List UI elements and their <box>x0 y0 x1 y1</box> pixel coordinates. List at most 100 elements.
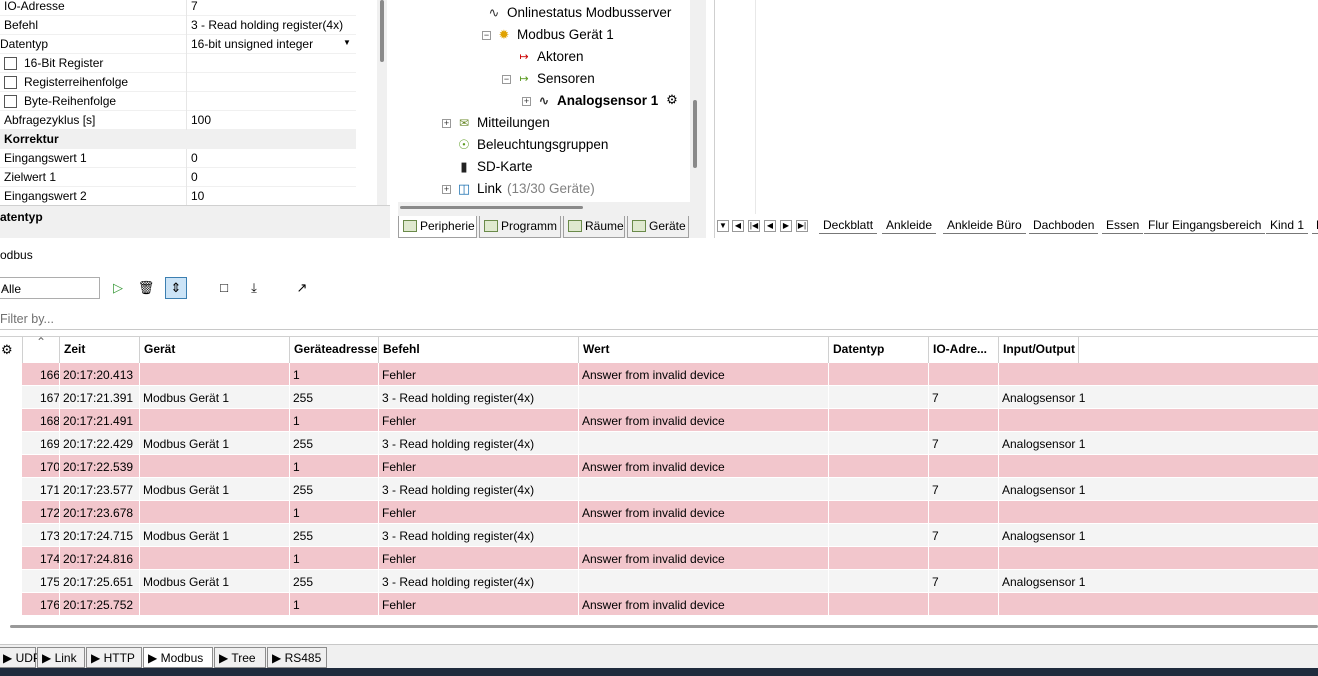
col-geraeteadresse[interactable]: Geräteadresse <box>294 342 377 356</box>
chevron-down-icon[interactable]: ▼ <box>343 38 351 47</box>
filter-input[interactable]: Filter by... <box>0 308 1318 330</box>
table-row[interactable]: 173 20:17:24.715 Modbus Gerät 1 255 3 - Read… <box>22 524 1318 547</box>
expand-icon[interactable]: + <box>442 119 451 128</box>
delete-button[interactable]: 🗑 <box>135 277 157 299</box>
prop-row-abfragezyklus[interactable]: Abfragezyklus [s] 100 <box>0 111 356 130</box>
prop-row-befehl[interactable]: Befehl 3 - Read holding register(4x) <box>0 16 356 35</box>
modbus-toolbar: Alle ⌄ ▷ 🗑 ⇕ □ ⤓ ↗ <box>0 276 1318 302</box>
prop-key: Zielwert 1 <box>4 170 57 184</box>
table-row[interactable]: 171 20:17:23.577 Modbus Gerät 1 255 3 - Read… <box>22 478 1318 501</box>
prop-row-eingangswert-1[interactable]: Eingangswert 1 0 <box>0 149 356 168</box>
play-button[interactable]: ▷ <box>107 277 129 299</box>
sheet-prev-page-icon[interactable]: |◀ <box>748 220 760 232</box>
tab-raeume[interactable]: Räume <box>563 216 625 238</box>
tree-hscrollbar[interactable] <box>398 202 690 212</box>
checkbox-16bit-register[interactable] <box>4 57 17 70</box>
cell-addr: 255 <box>293 529 314 543</box>
table-row[interactable]: 166 20:17:20.413 1 Fehler Answer from invali… <box>22 363 1318 386</box>
prop-row-eingangswert-2[interactable]: Eingangswert 2 10 <box>0 187 356 206</box>
prop-row-datentyp[interactable]: Datentyp 16-bit unsigned integer ▼ <box>0 35 356 54</box>
table-row[interactable]: 176 20:17:25.752 1 Fehler Answer from invali… <box>22 593 1318 616</box>
tab-rs485[interactable]: ▶ RS485 <box>267 647 327 668</box>
table-row[interactable]: 168 20:17:21.491 1 Fehler Answer from invali… <box>22 409 1318 432</box>
col-input-output[interactable]: Input/Output <box>1003 342 1075 356</box>
expand-icon[interactable]: + <box>522 97 531 106</box>
prop-key: Befehl <box>4 18 39 32</box>
download-button[interactable]: ⤓ <box>243 277 265 299</box>
chevron-down-icon: ⌄ <box>1 281 10 292</box>
tree-scrollbar[interactable] <box>690 0 700 202</box>
cell-inout: Analogsensor 1 <box>1002 437 1086 451</box>
play-icon: ▶ <box>272 651 282 665</box>
col-io-adresse[interactable]: IO-Adre... <box>933 342 987 356</box>
prop-value[interactable]: 7 <box>191 0 198 13</box>
sheet-tab-dachboden[interactable]: Dachboden <box>1029 218 1099 234</box>
tab-udp[interactable]: ▶ UDP <box>0 647 41 668</box>
table-row[interactable]: 169 20:17:22.429 Modbus Gerät 1 255 3 - Read… <box>22 432 1318 455</box>
col-befehl[interactable]: Befehl <box>383 342 420 356</box>
cell-addr: 1 <box>293 414 300 428</box>
tab-link[interactable]: ▶ Link <box>37 647 85 668</box>
prop-category-korrektur[interactable]: Korrektur <box>0 130 356 149</box>
prop-value[interactable]: 0 <box>191 151 198 165</box>
expand-icon[interactable]: + <box>442 185 451 194</box>
sort-up-icon[interactable]: ⌃ <box>36 335 46 349</box>
col-geraet[interactable]: Gerät <box>144 342 175 356</box>
table-row[interactable]: 175 20:17:25.651 Modbus Gerät 1 255 3 - Read… <box>22 570 1318 593</box>
prop-row-registerreihenfolge[interactable]: Registerreihenfolge <box>0 73 356 92</box>
table-hscrollbar[interactable] <box>0 624 1318 632</box>
sheet-first-icon[interactable]: ◀ <box>732 220 744 232</box>
autoscroll-toggle[interactable]: ⇕ <box>165 277 187 299</box>
sheet-tab-ankleide-buero[interactable]: Ankleide Büro <box>943 218 1026 234</box>
tab-programm[interactable]: Programm <box>479 216 561 238</box>
tab-http[interactable]: ▶ HTTP <box>86 647 142 668</box>
prop-row-16bit-register[interactable]: 16-Bit Register <box>0 54 356 73</box>
table-row[interactable]: 172 20:17:23.678 1 Fehler Answer from invali… <box>22 501 1318 524</box>
sheet-menu-icon[interactable]: ▼ <box>717 220 729 232</box>
prop-category-label: Korrektur <box>4 132 59 146</box>
prop-row-io-adresse[interactable]: IO-Adresse 7 <box>0 0 356 16</box>
collapse-icon[interactable]: − <box>482 31 491 40</box>
tab-tree[interactable]: ▶ Tree <box>214 647 266 668</box>
tab-geraete[interactable]: Geräte <box>627 216 689 238</box>
gear-icon[interactable]: ⚙ <box>1 342 13 358</box>
cell-value: Answer from invalid device <box>582 368 725 382</box>
collapse-icon[interactable]: − <box>502 75 511 84</box>
external-link-button[interactable]: ↗ <box>291 277 313 299</box>
sheet-prev-icon[interactable]: ◀ <box>764 220 776 232</box>
prop-value[interactable]: 0 <box>191 170 198 184</box>
sheet-tab-flur[interactable]: Flur Eingangsbereich <box>1144 218 1266 234</box>
checkbox-registerreihenfolge[interactable] <box>4 76 17 89</box>
prop-key: Registerreihenfolge <box>24 75 129 89</box>
sheet-last-icon[interactable]: ▶| <box>796 220 808 232</box>
tab-modbus[interactable]: ▶ Modbus <box>143 647 213 668</box>
table-row[interactable]: 174 20:17:24.816 1 Fehler Answer from invali… <box>22 547 1318 570</box>
col-datentyp[interactable]: Datentyp <box>833 342 884 356</box>
cell-inout: Analogsensor 1 <box>1002 483 1086 497</box>
sheet-tab-deckblatt[interactable]: Deckblatt <box>819 218 878 234</box>
checkbox-byte-reihenfolge[interactable] <box>4 95 17 108</box>
prop-row-zielwert-1[interactable]: Zielwert 1 0 <box>0 168 356 187</box>
plan-area[interactable]: ▼ ◀ |◀ ◀ ▶ ▶| Deckblatt Ankleide Ankleid… <box>714 0 1318 238</box>
gear-icon[interactable]: ⚙ <box>664 92 680 108</box>
prop-value[interactable]: 3 - Read holding register(4x) <box>191 18 343 32</box>
col-wert[interactable]: Wert <box>583 342 609 356</box>
prop-value[interactable]: 16-bit unsigned integer <box>191 37 313 51</box>
table-row[interactable]: 170 20:17:22.539 1 Fehler Answer from invali… <box>22 455 1318 478</box>
sheet-tab-essen[interactable]: Essen <box>1102 218 1144 234</box>
open-file-button[interactable]: □ <box>213 277 235 299</box>
table-row[interactable]: 167 20:17:21.391 Modbus Gerät 1 255 3 - Read… <box>22 386 1318 409</box>
prop-value[interactable]: 10 <box>191 189 204 203</box>
filter-select[interactable]: Alle ⌄ <box>0 277 100 299</box>
tab-peripherie[interactable]: Peripherie <box>398 216 477 238</box>
prop-value[interactable]: 100 <box>191 113 211 127</box>
sheet-tab-kind-1[interactable]: Kind 1 <box>1266 218 1309 234</box>
sheet-next-icon[interactable]: ▶ <box>780 220 792 232</box>
sheet-tab-k[interactable]: K <box>1312 218 1318 234</box>
col-zeit[interactable]: Zeit <box>64 342 85 356</box>
prop-row-byte-reihenfolge[interactable]: Byte-Reihenfolge <box>0 92 356 111</box>
cell-cmd: Fehler <box>382 598 417 612</box>
sheet-tab-ankleide[interactable]: Ankleide <box>882 218 937 234</box>
properties-scrollbar[interactable] <box>377 0 387 205</box>
cell-time: 20:17:23.577 <box>63 483 134 497</box>
